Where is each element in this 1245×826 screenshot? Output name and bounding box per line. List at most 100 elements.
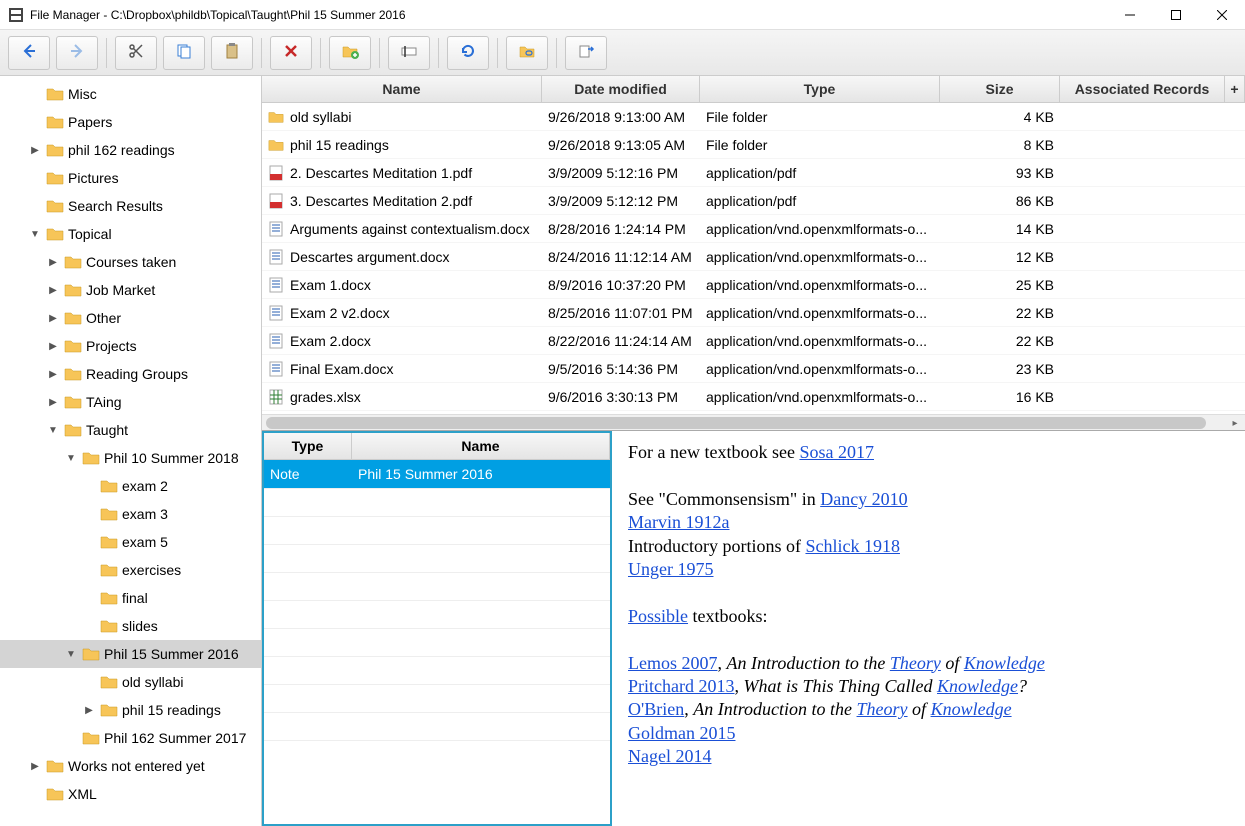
record-row[interactable]: NotePhil 15 Summer 2016 bbox=[264, 460, 610, 488]
forward-button[interactable] bbox=[56, 36, 98, 70]
cut-button[interactable] bbox=[115, 36, 157, 70]
preview-link[interactable]: Knowledge bbox=[931, 699, 1012, 719]
tree-toggle-icon[interactable]: ▼ bbox=[28, 229, 42, 240]
tree-item[interactable]: Search Results bbox=[0, 192, 261, 220]
tree-toggle-icon[interactable]: ▶ bbox=[46, 285, 60, 296]
preview-link[interactable]: Knowledge bbox=[964, 653, 1045, 673]
close-button[interactable] bbox=[1199, 0, 1245, 30]
tree-toggle-icon[interactable]: ▶ bbox=[82, 705, 96, 716]
preview-link[interactable]: Nagel 2014 bbox=[628, 746, 711, 766]
tree-item[interactable]: ▶ Projects bbox=[0, 332, 261, 360]
tree-item[interactable]: ▶phil 162 readings bbox=[0, 136, 261, 164]
preview-link[interactable]: O'Brien bbox=[628, 699, 684, 719]
tree-toggle-icon[interactable]: ▶ bbox=[46, 397, 60, 408]
file-row[interactable]: Exam 1.docx8/9/2016 10:37:20 PMapplicati… bbox=[262, 271, 1245, 299]
tree-item-label: phil 15 readings bbox=[122, 702, 221, 718]
delete-button[interactable] bbox=[270, 36, 312, 70]
minimize-button[interactable] bbox=[1107, 0, 1153, 30]
tree-toggle-icon[interactable]: ▶ bbox=[46, 369, 60, 380]
file-row[interactable]: grades.xlsx9/6/2016 3:30:13 PMapplicatio… bbox=[262, 383, 1245, 411]
file-row[interactable]: Descartes argument.docx8/24/2016 11:12:1… bbox=[262, 243, 1245, 271]
preview-link[interactable]: Schlick 1918 bbox=[805, 536, 900, 556]
preview-link[interactable]: Pritchard 2013 bbox=[628, 676, 734, 696]
file-row[interactable]: 3. Descartes Meditation 2.pdf3/9/2009 5:… bbox=[262, 187, 1245, 215]
file-name: grades.xlsx bbox=[290, 389, 361, 405]
tree-toggle-icon[interactable]: ▶ bbox=[46, 313, 60, 324]
file-row[interactable]: 2. Descartes Meditation 1.pdf3/9/2009 5:… bbox=[262, 159, 1245, 187]
tree-item[interactable]: Phil 162 Summer 2017 bbox=[0, 724, 261, 752]
preview-link[interactable]: Knowledge bbox=[937, 676, 1018, 696]
tree-toggle-icon[interactable]: ▶ bbox=[46, 257, 60, 268]
folder-tree[interactable]: MiscPapers▶phil 162 readings Pictures Sear… bbox=[0, 76, 262, 826]
scroll-right-icon[interactable]: ▸ bbox=[1227, 415, 1243, 431]
tree-item-label: Works not entered yet bbox=[68, 758, 205, 774]
tree-item[interactable]: ▶TAing bbox=[0, 388, 261, 416]
tree-item[interactable]: exam 3 bbox=[0, 500, 261, 528]
preview-link[interactable]: Marvin 1912a bbox=[628, 512, 729, 532]
file-row[interactable]: Exam 2.docx8/22/2016 11:24:14 AMapplicat… bbox=[262, 327, 1245, 355]
tree-toggle-icon[interactable]: ▼ bbox=[64, 453, 78, 464]
col-name[interactable]: Name bbox=[262, 76, 542, 102]
tree-item[interactable]: ▶ Works not entered yet bbox=[0, 752, 261, 780]
export-button[interactable] bbox=[565, 36, 607, 70]
tree-item[interactable]: final bbox=[0, 584, 261, 612]
tree-item[interactable]: old syllabi bbox=[0, 668, 261, 696]
tree-item[interactable]: XML bbox=[0, 780, 261, 808]
preview-link[interactable]: Unger 1975 bbox=[628, 559, 713, 579]
tree-item[interactable]: ▶Reading Groups bbox=[0, 360, 261, 388]
paste-button[interactable] bbox=[211, 36, 253, 70]
tree-item[interactable]: slides bbox=[0, 612, 261, 640]
tree-item[interactable]: exercises bbox=[0, 556, 261, 584]
records-col-name[interactable]: Name bbox=[352, 433, 610, 459]
tree-item[interactable]: exam 2 bbox=[0, 472, 261, 500]
tree-toggle-icon[interactable]: ▶ bbox=[46, 341, 60, 352]
preview-link[interactable]: Theory bbox=[890, 653, 941, 673]
preview-link[interactable]: Possible bbox=[628, 606, 688, 626]
record-row-empty bbox=[264, 544, 610, 572]
tree-item[interactable]: ▼Phil 10 Summer 2018 bbox=[0, 444, 261, 472]
col-date[interactable]: Date modified bbox=[542, 76, 700, 102]
tree-item[interactable]: Papers bbox=[0, 108, 261, 136]
horizontal-scrollbar[interactable]: ▸ bbox=[262, 414, 1245, 430]
file-type: application/vnd.openxmlformats-o... bbox=[700, 305, 940, 321]
records-col-type[interactable]: Type bbox=[264, 433, 352, 459]
col-assoc[interactable]: Associated Records bbox=[1060, 76, 1225, 102]
tree-item[interactable]: exam 5 bbox=[0, 528, 261, 556]
add-column-button[interactable]: + bbox=[1225, 76, 1245, 102]
file-row[interactable]: Exam 2 v2.docx8/25/2016 11:07:01 PMappli… bbox=[262, 299, 1245, 327]
tree-item-label: Projects bbox=[86, 338, 137, 354]
preview-link[interactable]: Dancy 2010 bbox=[820, 489, 907, 509]
tree-item-label: final bbox=[122, 590, 148, 606]
copy-button[interactable] bbox=[163, 36, 205, 70]
tree-item[interactable]: Misc bbox=[0, 80, 261, 108]
tree-toggle-icon[interactable]: ▶ bbox=[28, 761, 42, 772]
preview-link[interactable]: Lemos 2007 bbox=[628, 653, 718, 673]
file-row[interactable]: Arguments against contextualism.docx8/28… bbox=[262, 215, 1245, 243]
refresh-button[interactable] bbox=[447, 36, 489, 70]
file-row[interactable]: old syllabi9/26/2018 9:13:00 AMFile fold… bbox=[262, 103, 1245, 131]
new-folder-button[interactable] bbox=[329, 36, 371, 70]
maximize-button[interactable] bbox=[1153, 0, 1199, 30]
tree-item[interactable]: ▼Taught bbox=[0, 416, 261, 444]
file-row[interactable]: phil 15 readings9/26/2018 9:13:05 AMFile… bbox=[262, 131, 1245, 159]
tree-item-label: Pictures bbox=[68, 170, 119, 186]
col-type[interactable]: Type bbox=[700, 76, 940, 102]
file-row[interactable]: Final Exam.docx9/5/2016 5:14:36 PMapplic… bbox=[262, 355, 1245, 383]
tree-toggle-icon[interactable]: ▼ bbox=[46, 425, 60, 436]
back-button[interactable] bbox=[8, 36, 50, 70]
tree-item[interactable]: ▶Other bbox=[0, 304, 261, 332]
col-size[interactable]: Size bbox=[940, 76, 1060, 102]
tree-toggle-icon[interactable]: ▶ bbox=[28, 145, 42, 156]
preview-link[interactable]: Goldman 2015 bbox=[628, 723, 736, 743]
link-button[interactable] bbox=[506, 36, 548, 70]
tree-item[interactable]: Pictures bbox=[0, 164, 261, 192]
tree-item[interactable]: ▶Courses taken bbox=[0, 248, 261, 276]
tree-item[interactable]: ▼Phil 15 Summer 2016 bbox=[0, 640, 261, 668]
tree-item[interactable]: ▼Topical bbox=[0, 220, 261, 248]
tree-toggle-icon[interactable]: ▼ bbox=[64, 649, 78, 660]
tree-item[interactable]: ▶Job Market bbox=[0, 276, 261, 304]
preview-link[interactable]: Theory bbox=[857, 699, 908, 719]
preview-link[interactable]: Sosa 2017 bbox=[799, 442, 874, 462]
tree-item[interactable]: ▶ phil 15 readings bbox=[0, 696, 261, 724]
rename-button[interactable] bbox=[388, 36, 430, 70]
